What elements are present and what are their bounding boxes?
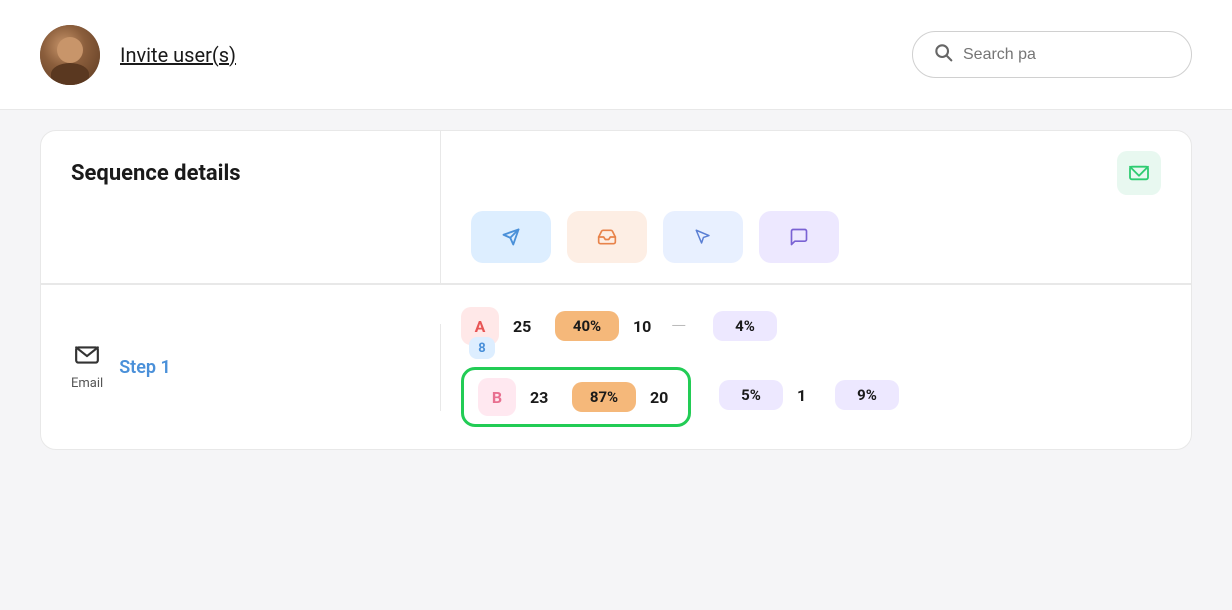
avatar-face bbox=[57, 37, 83, 63]
variant-b-replied: 20 bbox=[650, 388, 674, 407]
step-info-cell: Email Step 1 bbox=[41, 324, 441, 411]
icons-header-cell bbox=[441, 131, 1191, 283]
variant-b-percent: 87% bbox=[572, 382, 636, 412]
invite-users-link[interactable]: Invite user(s) bbox=[120, 43, 236, 67]
variant-a-dash: — bbox=[671, 314, 699, 338]
variant-b-last: 9% bbox=[835, 380, 899, 410]
search-input[interactable] bbox=[963, 46, 1123, 64]
avatar bbox=[40, 25, 100, 85]
variant-b-row: B 23 87% 20 5% 1 9% bbox=[461, 357, 1171, 433]
variant-a-percent: 40% bbox=[555, 311, 619, 341]
email-icon-top bbox=[471, 151, 1161, 195]
email-label: Email bbox=[71, 376, 103, 391]
variant-b-small-count: 8 bbox=[469, 337, 495, 359]
variants-cell: A 25 40% 10 — 4% 8 B bbox=[441, 285, 1191, 449]
header: Invite user(s) bbox=[0, 0, 1232, 110]
variant-a-row: A 25 40% 10 — 4% 8 bbox=[461, 301, 1171, 351]
sequence-details-title: Sequence details bbox=[71, 161, 410, 186]
inbox-action-btn[interactable] bbox=[567, 211, 647, 263]
email-badge-icon bbox=[1117, 151, 1161, 195]
action-icons-row bbox=[471, 211, 1161, 263]
header-left: Invite user(s) bbox=[40, 25, 236, 85]
variant-b-extra: 1 bbox=[797, 386, 821, 405]
sequence-details-cell: Sequence details bbox=[41, 131, 441, 283]
cursor-action-btn[interactable] bbox=[663, 211, 743, 263]
main-content: Sequence details bbox=[0, 110, 1232, 470]
variant-a-stats: 25 40% 10 — 4% bbox=[513, 311, 1171, 341]
envelope-icon bbox=[74, 344, 100, 372]
variant-a-count: 25 bbox=[513, 317, 541, 336]
variant-b-count: 23 bbox=[530, 388, 558, 407]
variant-a-replied: 10 bbox=[633, 317, 657, 336]
search-icon bbox=[933, 42, 953, 67]
green-highlight-box: B 23 87% 20 bbox=[461, 367, 691, 427]
step-row: Email Step 1 A 25 40% 10 — 4% bbox=[41, 284, 1191, 449]
card-header-row: Sequence details bbox=[41, 131, 1191, 284]
variant-b-badge: B bbox=[478, 378, 516, 416]
variant-b-unsub: 5% bbox=[719, 380, 783, 410]
search-bar[interactable] bbox=[912, 31, 1192, 78]
avatar-image bbox=[40, 25, 100, 85]
variant-b-extra-stats: 5% 1 9% bbox=[719, 380, 899, 410]
send-action-btn[interactable] bbox=[471, 211, 551, 263]
comment-action-btn[interactable] bbox=[759, 211, 839, 263]
step-label[interactable]: Step 1 bbox=[119, 357, 171, 378]
email-step-icon: Email bbox=[71, 344, 103, 391]
sequence-card: Sequence details bbox=[40, 130, 1192, 450]
variant-a-unsub: 4% bbox=[713, 311, 777, 341]
